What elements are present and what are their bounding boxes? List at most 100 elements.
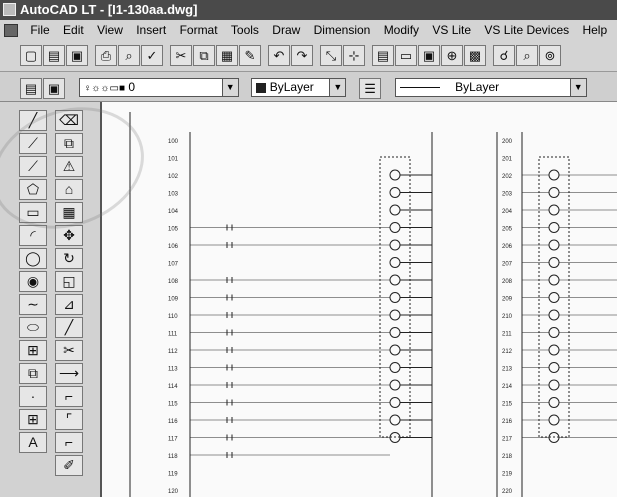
layer-dropdown[interactable]: ♀☼☼▭■ 0 ▼ <box>78 78 239 97</box>
donut-icon[interactable]: ◉ <box>19 271 47 292</box>
rung-number: 213 <box>502 367 513 373</box>
terminal-circle <box>548 292 560 303</box>
menu-file[interactable]: File <box>30 23 49 37</box>
zoom-icon[interactable]: ⌕ <box>516 45 538 66</box>
rung-number: 107 <box>168 262 179 268</box>
menu-view[interactable]: View <box>97 23 123 37</box>
menu-edit[interactable]: Edit <box>63 23 84 37</box>
scale-icon[interactable]: ◱ <box>55 271 83 292</box>
rung-number: 103 <box>168 192 179 198</box>
title-bar: AutoCAD LT - [I1-130aa.dwg] <box>0 0 617 20</box>
menu-insert[interactable]: Insert <box>136 23 166 37</box>
offset-icon[interactable]: ⌂ <box>55 179 83 200</box>
color-value: ByLayer <box>269 80 314 94</box>
linetype-dropdown[interactable]: ByLayer ▼ <box>394 78 587 97</box>
block-icon[interactable]: ▣ <box>418 45 440 66</box>
rung-number: 212 <box>502 349 513 355</box>
rectangle-icon[interactable]: ▭ <box>19 202 47 223</box>
terminal-circle <box>389 169 401 181</box>
pan-icon[interactable]: ☌ <box>493 45 515 66</box>
hatch-icon[interactable]: ⊞ <box>19 409 47 430</box>
break-icon[interactable]: ⌐ <box>55 386 83 407</box>
layers-icon[interactable]: ▭ <box>395 45 417 66</box>
terminal-circle <box>389 222 401 233</box>
properties-icon[interactable]: ▤ <box>372 45 394 66</box>
explode-icon[interactable]: ✐ <box>55 455 83 476</box>
make-current-layer-icon[interactable]: ▣ <box>43 78 65 99</box>
new-icon[interactable]: ▢ <box>20 45 42 66</box>
preview-icon[interactable]: ⌕ <box>118 45 140 66</box>
menu-tools[interactable]: Tools <box>231 23 259 37</box>
menu-vs-lite[interactable]: VS Lite <box>432 23 471 37</box>
menu-draw[interactable]: Draw <box>272 23 300 37</box>
layer-manager-icon[interactable]: ▤ <box>20 78 42 99</box>
rung-number: 208 <box>502 279 513 285</box>
terminal-circle <box>548 327 560 338</box>
terminal-circle <box>548 274 560 286</box>
rotate-icon[interactable]: ↻ <box>55 248 83 269</box>
trim-icon[interactable]: ✂ <box>55 340 83 361</box>
terminal-circle <box>389 344 401 356</box>
rung-number: 101 <box>168 157 179 163</box>
drawing-canvas[interactable]: 100 101 102 103 104 105 106 107 108 109 110 111 112 1… <box>100 102 617 497</box>
lengthen-icon[interactable]: ╱ <box>55 317 83 338</box>
chevron-down-icon[interactable]: ▼ <box>329 79 346 96</box>
redo-icon[interactable]: ↷ <box>291 45 313 66</box>
array-icon[interactable]: ▦ <box>55 202 83 223</box>
menu-modify[interactable]: Modify <box>384 23 419 37</box>
terminal-circle <box>389 187 401 198</box>
document-menu-icon[interactable] <box>4 24 18 38</box>
line-icon[interactable]: ╱ <box>19 110 47 131</box>
rung-number: 204 <box>502 209 513 215</box>
print-icon[interactable]: ⎙ <box>95 45 117 66</box>
rung-number: 202 <box>502 174 513 180</box>
match-icon[interactable]: ✎ <box>239 45 261 66</box>
text-icon[interactable]: A <box>19 432 47 453</box>
menu-help[interactable]: Help <box>582 23 607 37</box>
ellipse-icon[interactable]: ⬭ <box>19 317 47 338</box>
hatch-icon[interactable]: ▩ <box>464 45 486 66</box>
circle-icon[interactable]: ◯ <box>19 248 47 269</box>
mirror-icon[interactable]: ⚠ <box>55 156 83 177</box>
insert-block-icon[interactable]: ⊞ <box>19 340 47 361</box>
terminal-circle <box>548 397 560 408</box>
autocad-app-icon[interactable] <box>3 3 16 16</box>
chamfer-icon[interactable]: ⌜ <box>55 409 83 430</box>
menu-dimension[interactable]: Dimension <box>314 23 371 37</box>
layer-value: 0 <box>128 80 136 94</box>
spell-icon[interactable]: ✓ <box>141 45 163 66</box>
color-dropdown[interactable]: ByLayer ▼ <box>251 78 347 97</box>
linetype-manager-icon[interactable]: ☰ <box>359 78 382 99</box>
stretch-icon[interactable]: ⊿ <box>55 294 83 315</box>
snap-icon[interactable]: ⤡ <box>320 45 342 66</box>
paste-icon[interactable]: ▦ <box>216 45 238 66</box>
construction-line-icon[interactable]: ⟋ <box>19 133 47 154</box>
erase-icon[interactable]: ⌫ <box>55 110 83 131</box>
menu-vs-lite-devices[interactable]: VS Lite Devices <box>484 23 569 37</box>
insert-icon[interactable]: ⊕ <box>441 45 463 66</box>
point-icon[interactable]: · <box>19 386 47 407</box>
open-icon[interactable]: ▤ <box>43 45 65 66</box>
polygon-icon[interactable]: ⬠ <box>19 179 47 200</box>
arc-icon[interactable]: ◜ <box>19 225 47 246</box>
chevron-down-icon[interactable]: ▼ <box>221 79 238 96</box>
menu-format[interactable]: Format <box>180 23 218 37</box>
ladder-diagram: 100 101 102 103 104 105 106 107 108 109 110 111 112 1… <box>129 112 617 497</box>
chevron-down-icon[interactable]: ▼ <box>569 79 586 96</box>
terminal-circle <box>389 257 401 268</box>
zoom-window-icon[interactable]: ⊚ <box>539 45 561 66</box>
copy-object-icon[interactable]: ⧉ <box>55 133 83 154</box>
make-block-icon[interactable]: ⧉ <box>19 363 47 384</box>
cut-icon[interactable]: ✂ <box>170 45 192 66</box>
save-icon[interactable]: ▣ <box>66 45 88 66</box>
copy-icon[interactable]: ⧉ <box>193 45 215 66</box>
terminal-circle <box>548 187 560 198</box>
polyline-icon[interactable]: ⟋ <box>19 156 47 177</box>
move-icon[interactable]: ✥ <box>55 225 83 246</box>
fillet-icon[interactable]: ⌐ <box>55 432 83 453</box>
terminal-circle <box>389 327 401 338</box>
spline-icon[interactable]: ∼ <box>19 294 47 315</box>
osnap-icon[interactable]: ⊹ <box>343 45 365 66</box>
extend-icon[interactable]: ⟶ <box>55 363 83 384</box>
undo-icon[interactable]: ↶ <box>268 45 290 66</box>
